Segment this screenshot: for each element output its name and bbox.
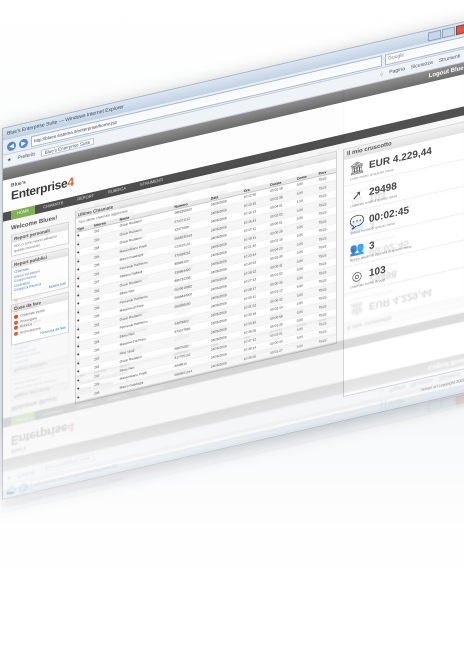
arrow-icon: ➚ — [351, 273, 363, 291]
todo-bullet-icon — [14, 309, 18, 315]
todo-bullet-icon — [14, 315, 18, 320]
calls-column: Ultime Chiamate Tipo ultime chiamate agg… — [75, 88, 337, 397]
command-pagina: Pagina — [389, 382, 405, 393]
people-icon: 👥 — [349, 219, 365, 237]
reflection-fade — [0, 420, 464, 648]
left-column: Welcome Blues! Report personali Non ci s… — [11, 150, 69, 411]
todo-bullet-icon — [14, 298, 18, 304]
promo-scene: Blue's Enterprise Suite — Windows Intern… — [0, 0, 464, 648]
bank-icon: 🏛 — [349, 300, 365, 318]
minimize-button — [428, 400, 441, 413]
todo-bullet-icon — [14, 304, 18, 309]
command-strumenti: Strumenti — [438, 370, 461, 382]
command-sicurezza: Sicurezza — [410, 376, 433, 388]
dashboard-panel: Il mio cruscotto 🏛EUR 4.229,44costo medi… — [343, 58, 464, 335]
disc-icon: ◎ — [351, 192, 363, 210]
chat-icon: 💬 — [349, 246, 365, 264]
recent-calls-table: TipoInternoNomeNumeroDataOraDurataCostoP… — [76, 144, 336, 380]
maximize-button — [442, 396, 455, 409]
stat-value: 3 — [369, 218, 375, 231]
stat-value: 103 — [369, 188, 386, 204]
dashboard-stats: 🏛EUR 4.229,44costo medio di questo mese➚… — [344, 160, 464, 323]
home-icon: ⌂ — [380, 387, 384, 395]
close-button[interactable] — [456, 22, 464, 35]
close-button — [456, 393, 464, 406]
